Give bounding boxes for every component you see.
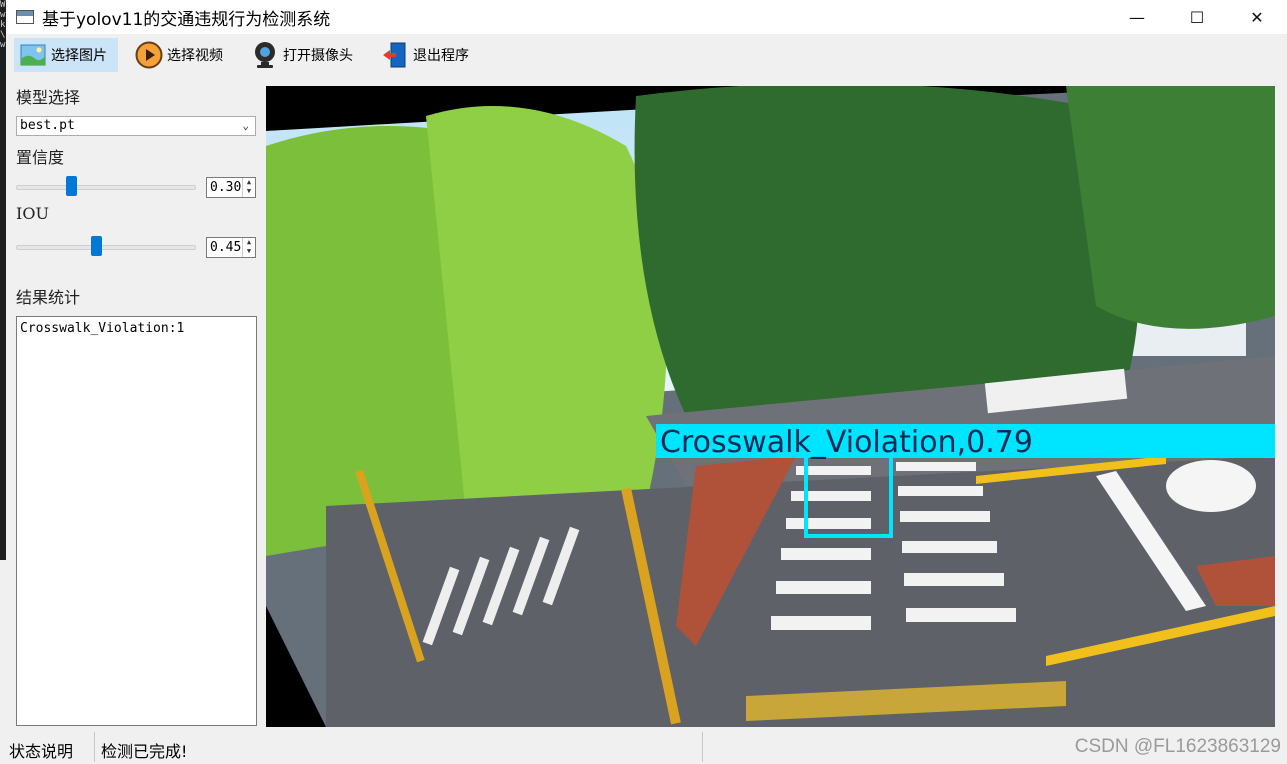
confidence-slider[interactable] [16, 175, 196, 199]
slider-track [16, 185, 196, 190]
results-text: Crosswalk_Violation:1 [20, 321, 185, 336]
model-select[interactable]: best.pt ⌄ [16, 116, 256, 136]
csdn-watermark: CSDN @FL1623863129 [1074, 736, 1281, 757]
chevron-down-icon: ⌄ [242, 119, 249, 132]
exit-program-button[interactable]: 退出程序 [376, 38, 480, 72]
webcam-icon [251, 41, 279, 69]
exit-door-icon [381, 41, 409, 69]
maximize-button[interactable]: ☐ [1167, 0, 1227, 34]
toolbar: 选择图片 选择视频 打开摄像头 退出程序 [6, 35, 1287, 75]
status-divider [94, 732, 95, 762]
close-button[interactable]: ✕ [1227, 0, 1287, 34]
confidence-value: 0.30 [210, 180, 242, 195]
slider-thumb[interactable] [91, 236, 102, 256]
model-label: 模型选择 [16, 88, 81, 107]
slider-thumb[interactable] [66, 176, 77, 196]
minimize-button[interactable]: — [1107, 0, 1167, 34]
confidence-label: 置信度 [16, 148, 65, 167]
status-bar: 状态说明 检测已完成! CSDN @FL1623863129 [0, 730, 1287, 764]
iou-label: IOU [16, 204, 49, 223]
window-controls: — ☐ ✕ [1107, 0, 1287, 34]
title-bar: 基于yolov11的交通违规行为检测系统 — ☐ ✕ [6, 0, 1287, 34]
open-camera-button[interactable]: 打开摄像头 [246, 38, 364, 72]
spin-arrows-icon[interactable]: ▲ ▼ [242, 238, 255, 257]
select-image-button[interactable]: 选择图片 [14, 38, 118, 72]
play-icon [135, 41, 163, 69]
status-divider [702, 732, 703, 762]
iou-slider[interactable] [16, 235, 196, 259]
spin-arrows-icon[interactable]: ▲ ▼ [242, 178, 255, 197]
select-image-label: 选择图片 [51, 48, 107, 64]
select-video-label: 选择视频 [167, 48, 223, 64]
exit-program-label: 退出程序 [413, 48, 469, 64]
results-label: 结果统计 [16, 288, 81, 307]
open-camera-label: 打开摄像头 [283, 48, 353, 64]
window-title: 基于yolov11的交通违规行为检测系统 [42, 9, 331, 30]
status-message: 检测已完成! [101, 742, 188, 761]
detection-label: Crosswalk_Violation,0.79 [660, 425, 1033, 460]
iou-value: 0.45 [210, 240, 242, 255]
model-select-value: best.pt [20, 118, 75, 133]
results-textbox[interactable]: Crosswalk_Violation:1 [16, 316, 257, 726]
iou-spinbox[interactable]: 0.45 ▲ ▼ [206, 237, 256, 258]
detection-image-view: Crosswalk_Violation,0.79 [266, 86, 1275, 727]
app-window-icon [16, 10, 34, 24]
select-video-button[interactable]: 选择视频 [130, 38, 234, 72]
confidence-spinbox[interactable]: 0.30 ▲ ▼ [206, 177, 256, 198]
image-icon [19, 41, 47, 69]
slider-track [16, 245, 196, 250]
status-label: 状态说明 [9, 742, 74, 761]
street-scene-image: Crosswalk_Violation,0.79 [266, 86, 1275, 727]
settings-panel: 模型选择 best.pt ⌄ 置信度 0.30 ▲ ▼ IOU 0.45 ▲ ▼ 结… [6, 80, 260, 730]
